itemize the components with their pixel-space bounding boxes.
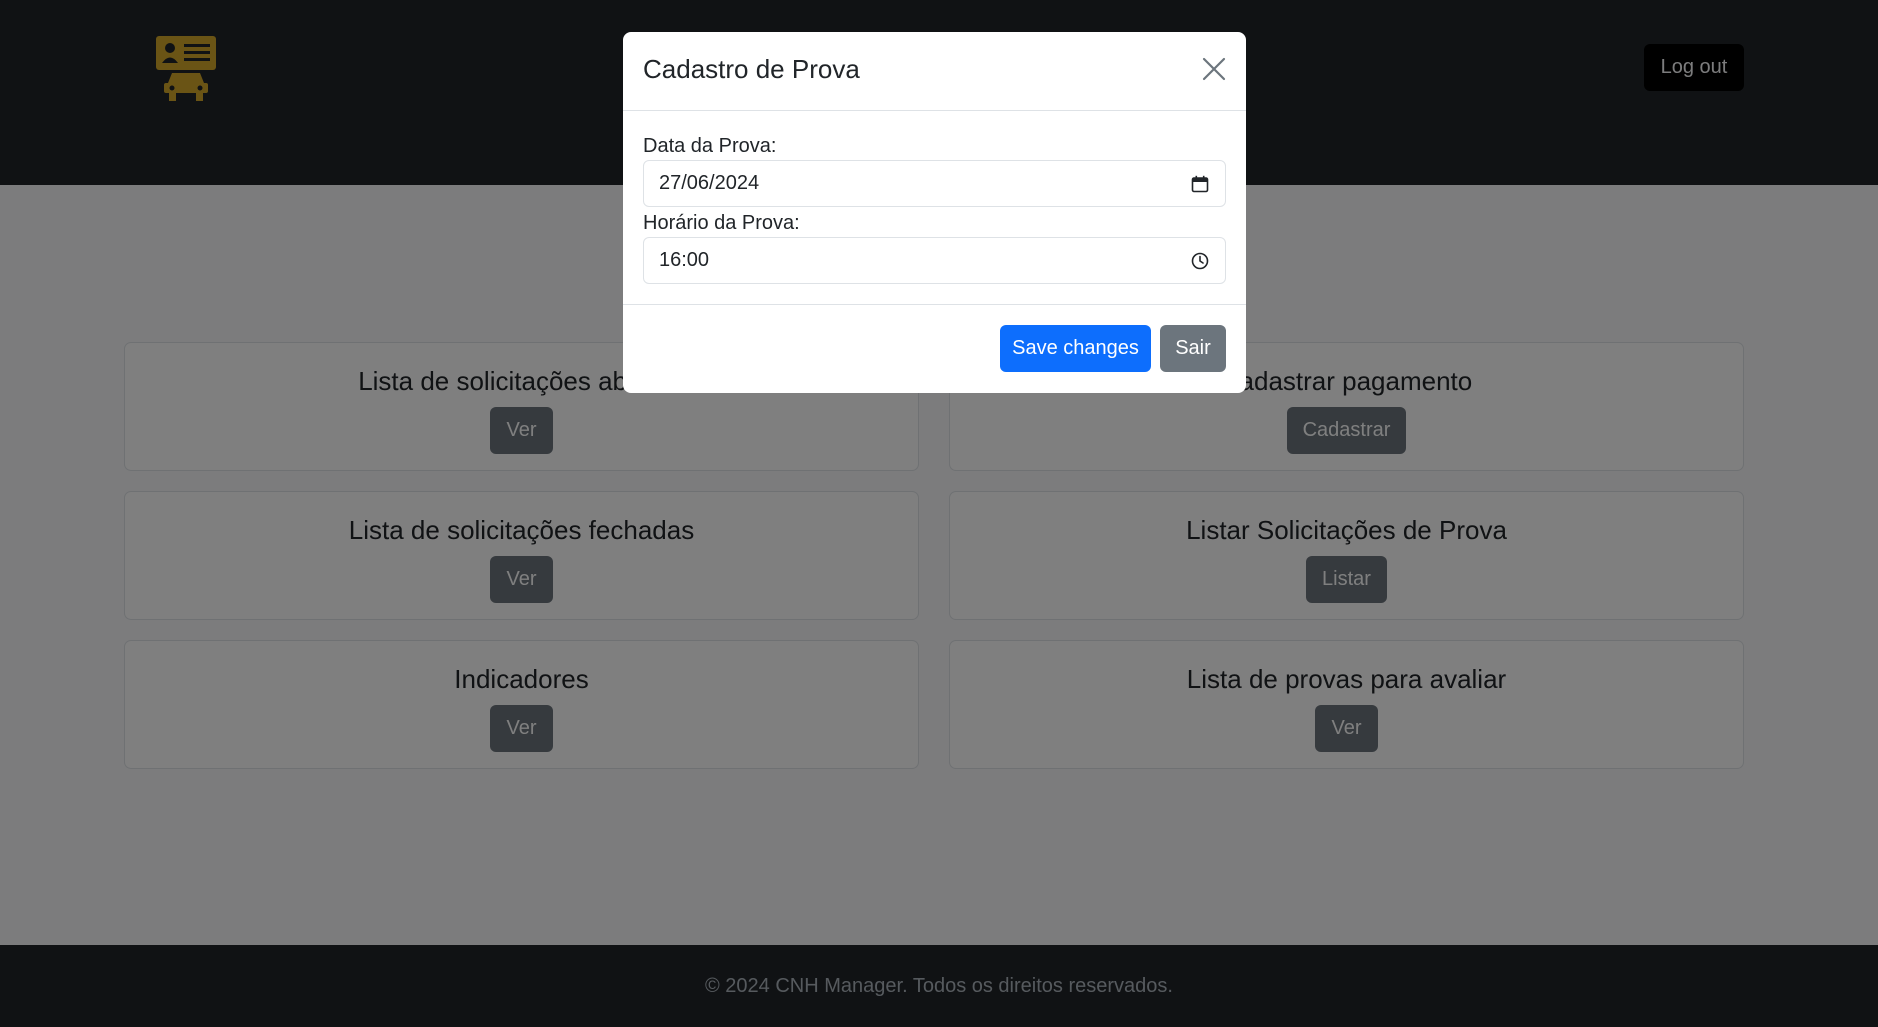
clock-icon[interactable] xyxy=(1190,251,1210,271)
modal-footer: Save changes Sair xyxy=(623,304,1246,393)
date-value: 27/06/2024 xyxy=(659,172,760,194)
calendar-icon[interactable] xyxy=(1190,174,1210,194)
modal-title: Cadastro de Prova xyxy=(643,54,860,84)
exit-button[interactable]: Sair xyxy=(1160,325,1226,372)
time-label: Horário da Prova: xyxy=(643,212,800,234)
modal-header: Cadastro de Prova xyxy=(623,32,1246,111)
time-input[interactable]: 16:00 xyxy=(643,237,1226,284)
exam-registration-modal: Cadastro de Prova Data da Prova: 27/06/2… xyxy=(623,32,1246,393)
time-value: 16:00 xyxy=(659,249,710,271)
date-label: Data da Prova: xyxy=(643,135,777,157)
save-changes-button[interactable]: Save changes xyxy=(1000,325,1151,372)
date-input[interactable]: 27/06/2024 xyxy=(643,160,1226,207)
close-icon[interactable] xyxy=(1201,56,1227,82)
